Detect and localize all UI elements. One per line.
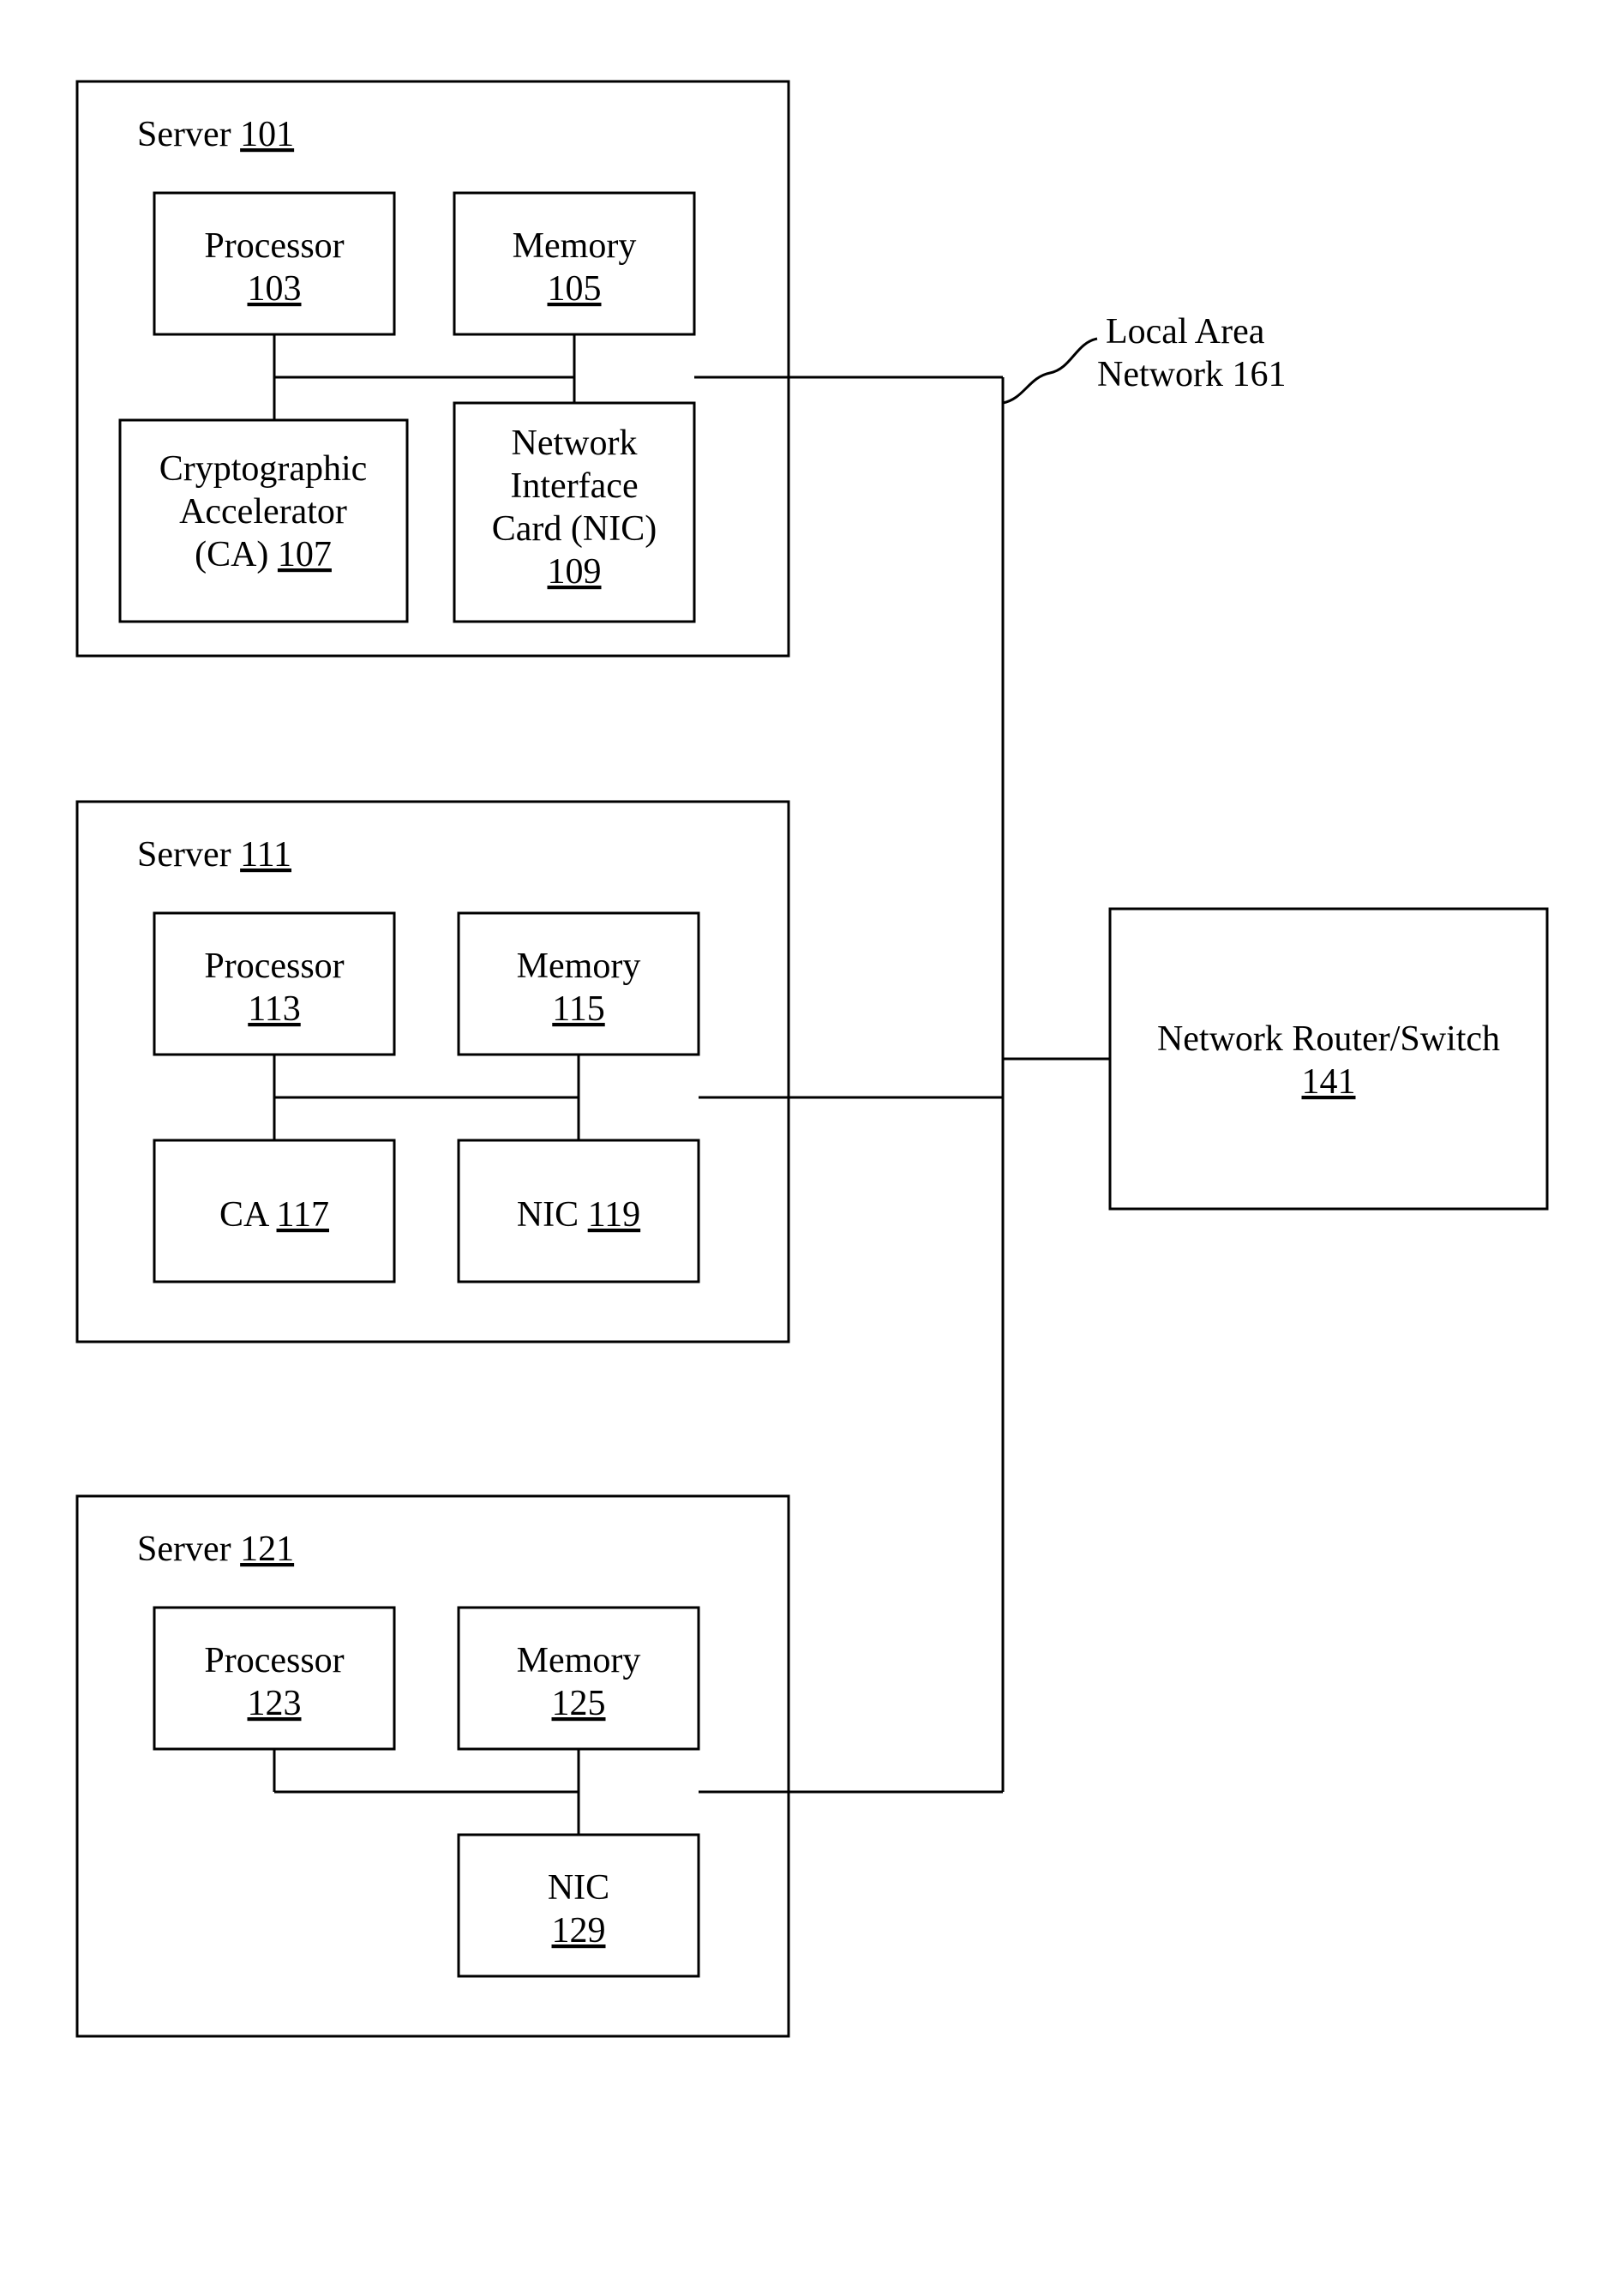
ca-107-line3: (CA) 107 bbox=[195, 535, 332, 574]
processor-113: Processor 113 bbox=[154, 913, 394, 1055]
nic-109-ref: 109 bbox=[548, 552, 602, 592]
ca-107-line2: Accelerator bbox=[179, 492, 347, 532]
nic-109-line3: Card (NIC) bbox=[492, 509, 657, 549]
nic-109-line1: Network bbox=[512, 424, 638, 463]
ca-107-line1: Cryptographic bbox=[159, 449, 368, 489]
processor-123: Processor 123 bbox=[154, 1608, 394, 1749]
memory-105-ref: 105 bbox=[548, 269, 602, 309]
server-111-title: Server 111 bbox=[137, 835, 291, 875]
lan-label-line2: Network 161 bbox=[1097, 355, 1286, 394]
memory-115-label: Memory bbox=[517, 947, 641, 986]
router-ref: 141 bbox=[1302, 1062, 1356, 1102]
memory-115-ref: 115 bbox=[552, 989, 604, 1029]
router-141: Network Router/Switch 141 bbox=[1110, 909, 1547, 1209]
nic-129: NIC 129 bbox=[459, 1835, 699, 1976]
nic-109: Network Interface Card (NIC) 109 bbox=[454, 403, 694, 622]
ca-117: CA 117 bbox=[154, 1140, 394, 1282]
memory-125: Memory 125 bbox=[459, 1608, 699, 1749]
processor-123-label: Processor bbox=[204, 1641, 344, 1680]
server-121-title: Server 121 bbox=[137, 1530, 294, 1569]
nic-129-line1: NIC bbox=[548, 1868, 609, 1908]
diagram: Server 101 Processor 103 Memory 105 Cryp… bbox=[0, 0, 1608, 2296]
memory-125-label: Memory bbox=[517, 1641, 641, 1680]
nic-129-ref: 129 bbox=[552, 1911, 606, 1950]
ca-107: Cryptographic Accelerator (CA) 107 bbox=[120, 420, 407, 622]
processor-103: Processor 103 bbox=[154, 193, 394, 334]
nic-119-label: NIC 119 bbox=[517, 1195, 640, 1235]
lan-callout-curl bbox=[1003, 339, 1097, 403]
nic-119: NIC 119 bbox=[459, 1140, 699, 1282]
server-101-title: Server 101 bbox=[137, 115, 294, 154]
ca-117-label: CA 117 bbox=[219, 1195, 329, 1235]
processor-123-ref: 123 bbox=[248, 1684, 302, 1723]
memory-105-label: Memory bbox=[513, 226, 637, 266]
lan-label-line1: Local Area bbox=[1106, 312, 1265, 352]
processor-113-ref: 113 bbox=[248, 989, 300, 1029]
server-121: Server 121 Processor 123 Memory 125 NIC … bbox=[77, 1496, 789, 2036]
nic-109-line2: Interface bbox=[510, 466, 638, 506]
processor-103-ref: 103 bbox=[248, 269, 302, 309]
server-101: Server 101 Processor 103 Memory 105 Cryp… bbox=[77, 81, 789, 656]
memory-115: Memory 115 bbox=[459, 913, 699, 1055]
router-label: Network Router/Switch bbox=[1157, 1019, 1500, 1059]
processor-103-label: Processor bbox=[204, 226, 344, 266]
memory-105: Memory 105 bbox=[454, 193, 694, 334]
server-111: Server 111 Processor 113 Memory 115 CA 1… bbox=[77, 802, 789, 1342]
memory-125-ref: 125 bbox=[552, 1684, 606, 1723]
processor-113-label: Processor bbox=[204, 947, 344, 986]
